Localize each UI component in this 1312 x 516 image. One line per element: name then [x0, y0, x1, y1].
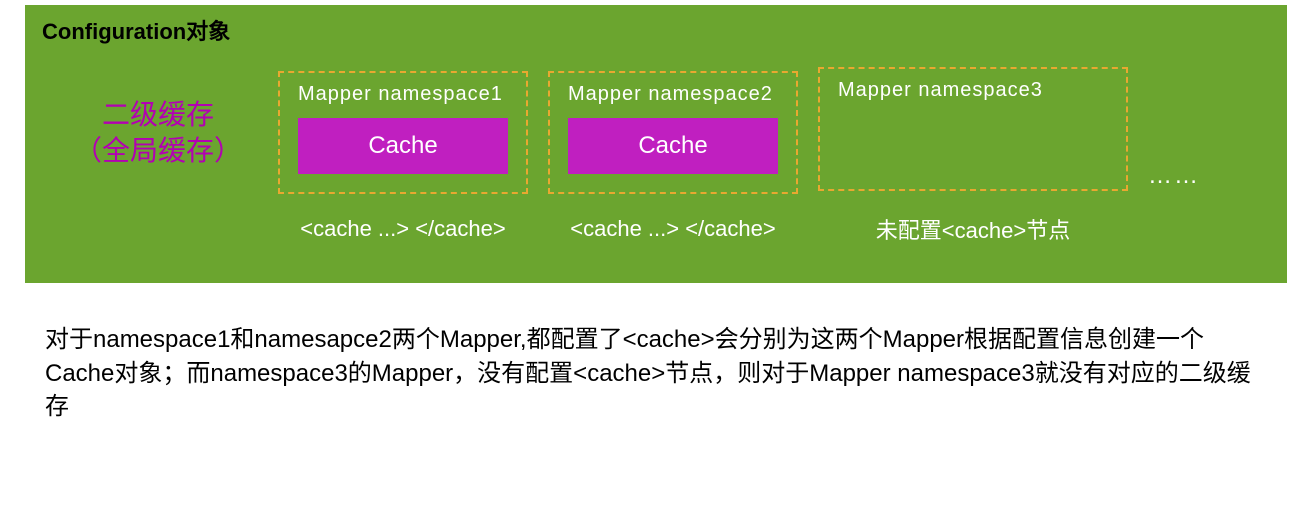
cache-label-line2: （全局缓存） [53, 133, 263, 169]
second-level-cache-label: 二级缓存 （全局缓存） [53, 67, 263, 170]
cache-label-line1: 二级缓存 [53, 97, 263, 133]
namespace-title: Mapper namespace3 [838, 79, 1108, 102]
configuration-content: 二级缓存 （全局缓存） Mapper namespace1 Cache <cac… [28, 52, 1284, 280]
cache-block: Cache [298, 118, 508, 174]
namespace-title: Mapper namespace1 [298, 83, 508, 106]
cache-block: Cache [568, 118, 778, 174]
namespaces-wrapper: Mapper namespace1 Cache <cache ...> </ca… [278, 67, 1259, 245]
configuration-title: Configuration对象 [28, 8, 1284, 52]
namespace-column-3: Mapper namespace3 未配置<cache>节点 [818, 67, 1128, 245]
namespace-column-1: Mapper namespace1 Cache <cache ...> </ca… [278, 71, 528, 242]
namespace-box-1: Mapper namespace1 Cache [278, 71, 528, 194]
diagram-container: Configuration对象 二级缓存 （全局缓存） Mapper names… [0, 5, 1312, 434]
namespace-title: Mapper namespace2 [568, 83, 778, 106]
configuration-box: Configuration对象 二级缓存 （全局缓存） Mapper names… [25, 5, 1287, 283]
namespace-box-2: Mapper namespace2 Cache [548, 71, 798, 194]
namespace-column-2: Mapper namespace2 Cache <cache ...> </ca… [548, 71, 798, 242]
description-text: 对于namespace1和namesapce2两个Mapper,都配置了<cac… [0, 313, 1312, 434]
ellipsis-indicator: …… [1148, 122, 1200, 190]
namespace-caption: <cache ...> </cache> [570, 216, 775, 242]
namespace-caption: 未配置<cache>节点 [876, 213, 1070, 245]
namespace-caption: <cache ...> </cache> [300, 216, 505, 242]
namespace-box-3: Mapper namespace3 [818, 67, 1128, 191]
